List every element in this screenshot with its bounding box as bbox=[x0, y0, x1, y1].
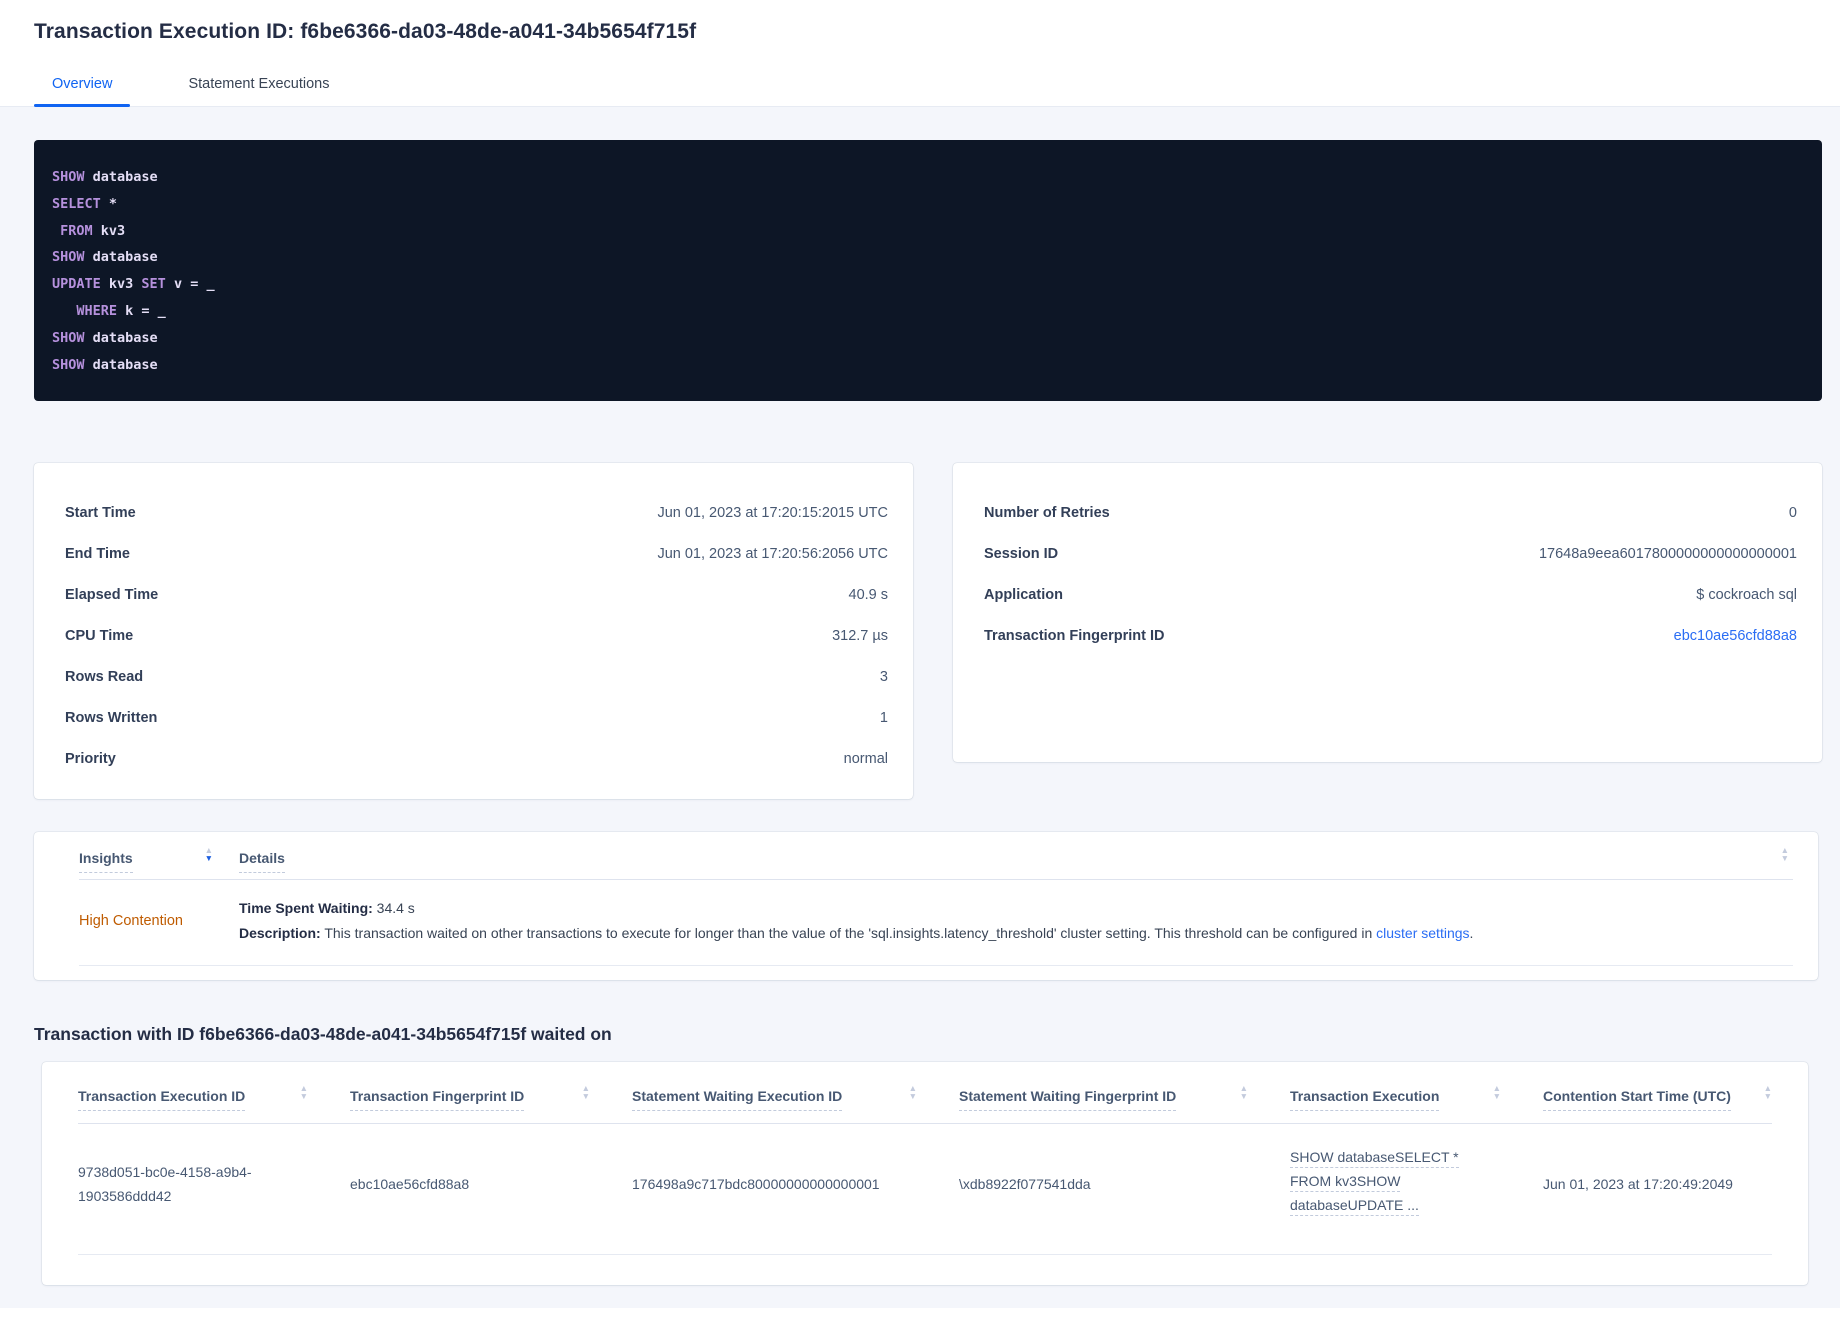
page-title: Transaction Execution ID: f6be6366-da03-… bbox=[34, 20, 697, 43]
insights-column-header: Insights ▲ ▼ bbox=[79, 846, 239, 874]
row-label: Application bbox=[984, 586, 1063, 603]
insight-type-badge: High Contention bbox=[79, 912, 183, 929]
row-value: 3 bbox=[879, 668, 888, 685]
waited-on-heading: Transaction with ID f6be6366-da03-48de-a… bbox=[34, 1024, 612, 1045]
summary-row: Rows Read 3 bbox=[65, 656, 888, 697]
row-value: Jun 01, 2023 at 17:20:15:2015 UTC bbox=[657, 504, 888, 521]
summary-row: Elapsed Time 40.9 s bbox=[65, 574, 888, 615]
sort-icon[interactable]: ▲ ▼ bbox=[299, 1084, 308, 1101]
summary-row: Transaction Fingerprint ID ebc10ae56cfd8… bbox=[984, 615, 1797, 656]
row-label: Rows Written bbox=[65, 709, 158, 726]
summary-row: Priority normal bbox=[65, 738, 888, 779]
summary-row: Start Time Jun 01, 2023 at 17:20:15:2015… bbox=[65, 492, 888, 533]
sort-icon[interactable]: ▲ ▼ bbox=[204, 846, 213, 870]
insights-header-label[interactable]: Insights bbox=[79, 850, 133, 874]
transaction-fingerprint-link[interactable]: ebc10ae56cfd88a8 bbox=[1674, 628, 1797, 644]
summary-row: CPU Time 312.7 µs bbox=[65, 615, 888, 656]
row-label: Priority bbox=[65, 750, 116, 767]
tab-overview[interactable]: Overview bbox=[34, 68, 131, 107]
details-column-header: Details bbox=[239, 850, 285, 874]
row-label: CPU Time bbox=[65, 627, 134, 644]
transaction-execution-link[interactable]: SHOW databaseSELECT * FROM kv3SHOW datab… bbox=[1290, 1148, 1543, 1220]
row-label: Number of Retries bbox=[984, 504, 1110, 521]
row-label: Elapsed Time bbox=[65, 586, 159, 603]
insight-description: Description: This transaction waited on … bbox=[239, 925, 1474, 942]
row-value: 0 bbox=[1788, 504, 1797, 521]
stmt-waiting-fingerprint-id-cell: \xdb8922f077541dda bbox=[959, 1176, 1091, 1193]
column-header-label[interactable]: Transaction Fingerprint ID bbox=[350, 1088, 525, 1112]
sort-icon[interactable]: ▲ ▼ bbox=[1239, 1084, 1248, 1101]
column-header-label[interactable]: Transaction Execution ID bbox=[78, 1088, 246, 1112]
sort-down-icon: ▼ bbox=[581, 1090, 590, 1101]
sort-down-icon: ▼ bbox=[299, 1090, 308, 1101]
tab-statement-executions[interactable]: Statement Executions bbox=[170, 68, 347, 106]
sort-icon[interactable]: ▲ ▼ bbox=[1780, 846, 1789, 863]
transaction-sql-code: SHOW database SELECT * FROM kv3 SHOW dat… bbox=[34, 140, 1822, 402]
row-value: normal bbox=[843, 750, 888, 767]
sort-down-icon: ▼ bbox=[1780, 852, 1789, 863]
column-header-label[interactable]: Transaction Execution bbox=[1290, 1088, 1440, 1112]
row-value: 40.9 s bbox=[848, 586, 889, 603]
cluster-settings-link[interactable]: cluster settings bbox=[1376, 925, 1469, 941]
details-header-label[interactable]: Details bbox=[239, 850, 285, 874]
sort-down-icon: ▼ bbox=[1763, 1090, 1772, 1101]
main-content: SHOW database SELECT * FROM kv3 SHOW dat… bbox=[0, 107, 1840, 1308]
summary-row: Session ID 17648a9eea6017800000000000000… bbox=[984, 533, 1797, 574]
row-value: 17648a9eea6017800000000000000001 bbox=[1538, 545, 1797, 562]
row-value: 1 bbox=[879, 709, 888, 726]
txn-execution-id-cell: 9738d051-bc0e-4158-a9b4-1903586ddd42 bbox=[78, 1164, 252, 1205]
sort-down-icon: ▼ bbox=[1239, 1090, 1248, 1101]
session-summary-card: Number of Retries 0 Session ID 17648a9ee… bbox=[953, 463, 1822, 763]
summary-row: End Time Jun 01, 2023 at 17:20:56:2056 U… bbox=[65, 533, 888, 574]
waited-on-table-header: Transaction Execution ID ▲ ▼ Transaction … bbox=[78, 1084, 1772, 1125]
insight-row: High Contention Time Spent Waiting: 34.4… bbox=[79, 880, 1793, 967]
row-value: $ cockroach sql bbox=[1696, 586, 1797, 603]
insights-table-card: Insights ▲ ▼ Details ▲ ▼ High Contention T… bbox=[34, 832, 1818, 981]
sql-code: SHOW database SELECT * FROM kv3 SHOW dat… bbox=[52, 169, 215, 373]
sort-down-icon: ▼ bbox=[204, 852, 213, 863]
tab-bar: Overview Statement Executions bbox=[0, 68, 1840, 107]
summary-row: Application $ cockroach sql bbox=[984, 574, 1797, 615]
column-header: Transaction Fingerprint ID ▲ ▼ bbox=[350, 1084, 632, 1112]
sort-icon[interactable]: ▲ ▼ bbox=[1763, 1084, 1772, 1101]
column-header: Transaction Execution ▲ ▼ bbox=[1290, 1084, 1543, 1112]
summary-row: Rows Written 1 bbox=[65, 697, 888, 738]
contention-start-time-cell: Jun 01, 2023 at 17:20:49:2049 bbox=[1543, 1176, 1733, 1193]
column-header-label[interactable]: Statement Waiting Fingerprint ID bbox=[959, 1088, 1177, 1112]
sort-icon[interactable]: ▲ ▼ bbox=[908, 1084, 917, 1101]
waited-on-table-card: Transaction Execution ID ▲ ▼ Transaction … bbox=[42, 1062, 1808, 1286]
execution-summary-card: Start Time Jun 01, 2023 at 17:20:15:2015… bbox=[34, 463, 913, 800]
row-label: Transaction Fingerprint ID bbox=[984, 627, 1165, 644]
time-spent-waiting: Time Spent Waiting: 34.4 s bbox=[239, 900, 415, 917]
column-header-label[interactable]: Statement Waiting Execution ID bbox=[632, 1088, 843, 1112]
sort-down-icon: ▼ bbox=[908, 1090, 917, 1101]
column-header: Contention Start Time (UTC) ▲ ▼ bbox=[1543, 1084, 1772, 1112]
insight-details: Time Spent Waiting: 34.4 s Description: … bbox=[239, 900, 1793, 941]
sort-icon[interactable]: ▲ ▼ bbox=[581, 1084, 590, 1101]
column-header-label[interactable]: Contention Start Time (UTC) bbox=[1543, 1088, 1731, 1112]
row-value: Jun 01, 2023 at 17:20:56:2056 UTC bbox=[657, 545, 888, 562]
table-row: 9738d051-bc0e-4158-a9b4-1903586ddd42 ebc… bbox=[78, 1124, 1772, 1256]
column-header: Statement Waiting Fingerprint ID ▲ ▼ bbox=[959, 1084, 1290, 1112]
row-label: Start Time bbox=[65, 504, 136, 521]
row-label: Session ID bbox=[984, 545, 1059, 562]
stmt-waiting-execution-id-cell: 176498a9c717bdc80000000000000001 bbox=[632, 1176, 880, 1193]
summary-cards: Start Time Jun 01, 2023 at 17:20:15:2015… bbox=[34, 463, 1840, 800]
insights-table-header: Insights ▲ ▼ Details ▲ ▼ bbox=[79, 846, 1793, 874]
sort-down-icon: ▼ bbox=[1492, 1090, 1501, 1101]
summary-row: Number of Retries 0 bbox=[984, 492, 1797, 533]
column-header: Transaction Execution ID ▲ ▼ bbox=[78, 1084, 350, 1112]
row-label: End Time bbox=[65, 545, 130, 562]
txn-fingerprint-id-cell: ebc10ae56cfd88a8 bbox=[350, 1176, 470, 1193]
column-header: Statement Waiting Execution ID ▲ ▼ bbox=[632, 1084, 959, 1112]
row-value: 312.7 µs bbox=[832, 627, 888, 644]
page-header: Transaction Execution ID: f6be6366-da03-… bbox=[0, 0, 1840, 107]
sort-icon[interactable]: ▲ ▼ bbox=[1492, 1084, 1501, 1101]
row-label: Rows Read bbox=[65, 668, 144, 685]
